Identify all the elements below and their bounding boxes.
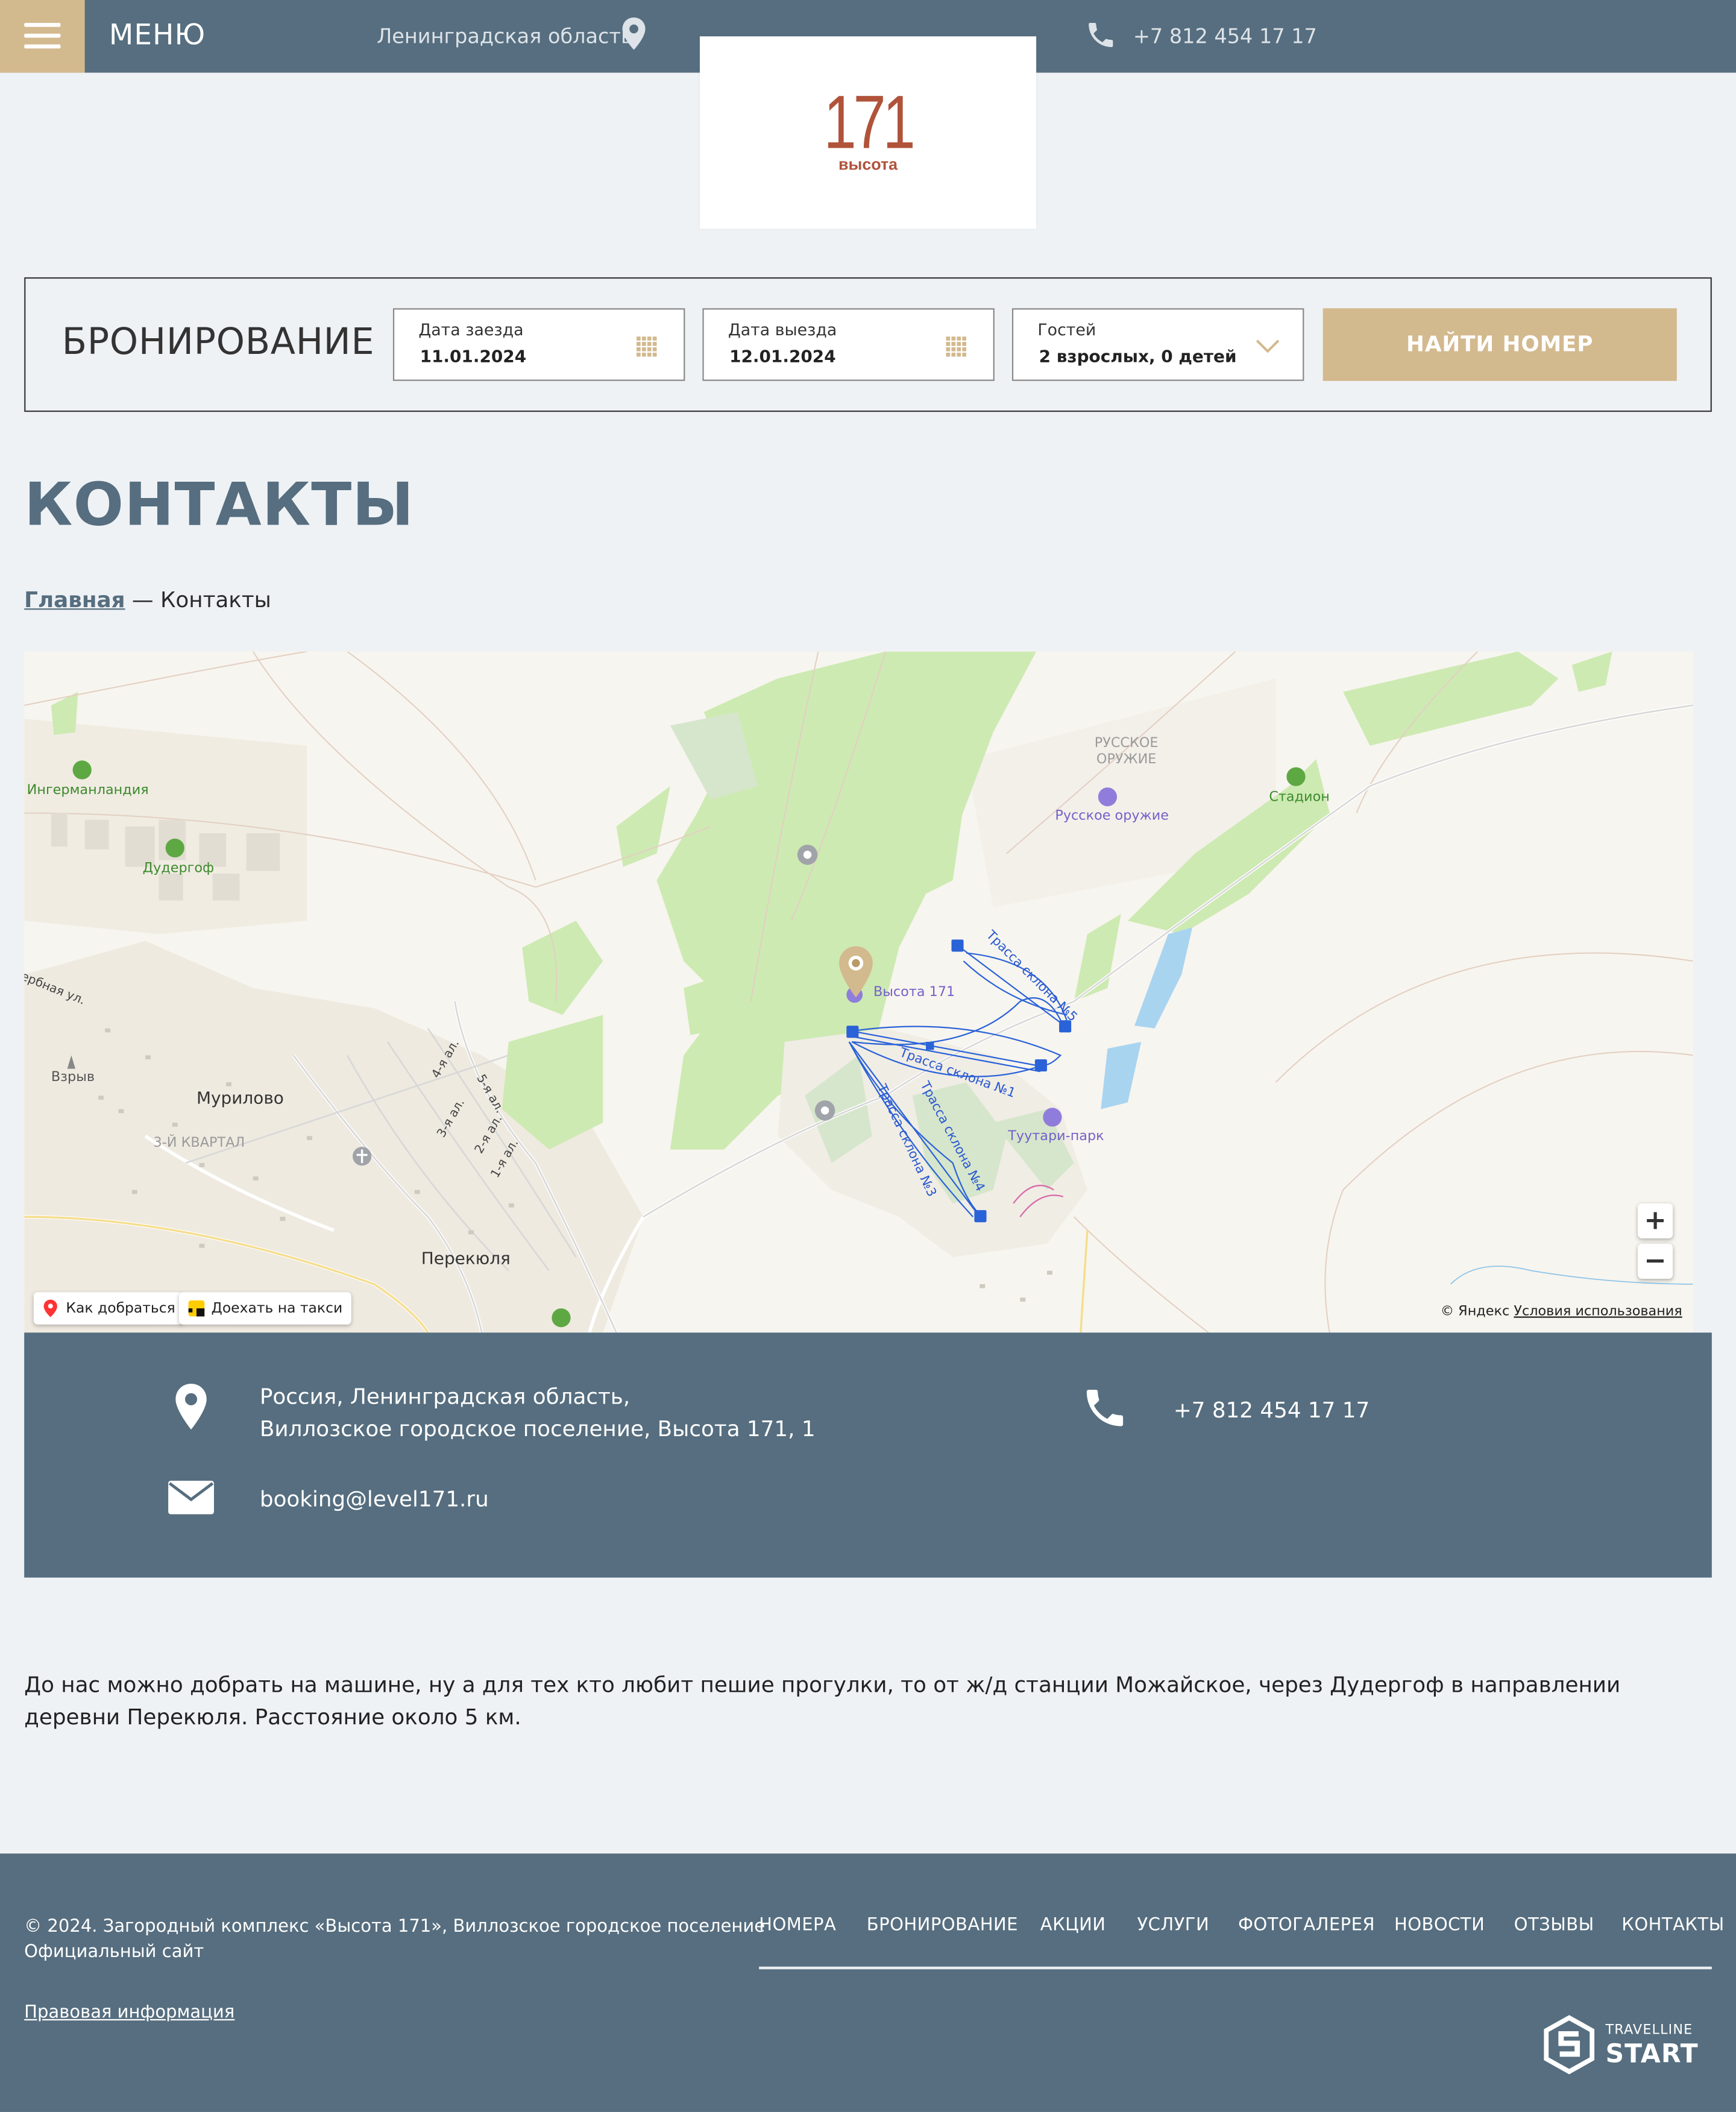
footer-nav-gallery[interactable]: ФОТОГАЛЕРЕЯ: [1238, 1915, 1375, 1935]
checkin-label: Дата заезда: [418, 320, 524, 339]
menu-label[interactable]: МЕНЮ: [109, 19, 206, 51]
map-label-stadion[interactable]: Стадион: [1269, 790, 1330, 805]
menu-button[interactable]: [0, 0, 85, 73]
booking-widget: БРОНИРОВАНИЕ Дата заезда 11.01.2024 Дата…: [24, 277, 1712, 412]
checkout-date-field[interactable]: Дата выезда 12.01.2024: [702, 308, 995, 381]
find-room-button[interactable]: НАЙТИ НОМЕР: [1322, 308, 1677, 381]
location-pin-icon[interactable]: [620, 16, 647, 51]
travelline-logo-icon[interactable]: [1543, 2015, 1596, 2075]
address-line-2: Виллозское городское поселение, Высота 1…: [259, 1416, 816, 1442]
booking-title: БРОНИРОВАНИЕ: [61, 321, 375, 364]
map-label-vzryv[interactable]: Взрыв: [51, 1070, 95, 1085]
legal-info-link[interactable]: Правовая информация: [24, 2003, 234, 2023]
footer-nav-rooms[interactable]: НОМЕРА: [759, 1915, 836, 1935]
map-label-3-kvartal: 3-Й КВАРТАЛ: [153, 1136, 245, 1151]
map-label-russkoe-oruzhie-area: РУССКОЕ ОРУЖИЕ: [1094, 736, 1159, 768]
zoom-in-button[interactable]: +: [1638, 1203, 1673, 1238]
travelline-label: TRAVELLINE: [1605, 2023, 1693, 2038]
footer-nav-reviews[interactable]: ОТЗЫВЫ: [1514, 1915, 1594, 1935]
location-pin-icon: [175, 1384, 207, 1430]
route-button[interactable]: Как добраться: [33, 1292, 184, 1325]
route-button-label: Как добраться: [66, 1300, 175, 1317]
logo-number: 171: [823, 79, 916, 165]
logo-word: высота: [838, 154, 898, 174]
footer-nav-news[interactable]: НОВОСТИ: [1394, 1915, 1485, 1935]
taxi-button-label: Доехать на такси: [211, 1300, 343, 1317]
calendar-icon[interactable]: [637, 336, 657, 357]
page-title: КОНТАКТЫ: [24, 471, 415, 540]
footer-nav-services[interactable]: УСЛУГИ: [1137, 1915, 1210, 1935]
taxi-button[interactable]: Доехать на такси: [178, 1292, 351, 1325]
map-label-dudergof[interactable]: Дудергоф: [143, 862, 215, 877]
travelline-start-label: START: [1605, 2039, 1699, 2069]
checkin-date-field[interactable]: Дата заезда 11.01.2024: [392, 308, 685, 381]
footer-nav-booking[interactable]: БРОНИРОВАНИЕ: [867, 1915, 1018, 1935]
checkout-label: Дата выезда: [728, 320, 837, 339]
phone-icon: [1086, 1390, 1124, 1426]
breadcrumb-separator: —: [125, 587, 160, 613]
footer-nav: НОМЕРА БРОНИРОВАНИЕ АКЦИИ УСЛУГИ ФОТОГАЛ…: [759, 1915, 1724, 1970]
address-line-1: Россия, Ленинградская область,: [259, 1384, 631, 1410]
page-root: МЕНЮ Ленинградская область +7 812 454 17…: [0, 0, 1736, 2112]
footer-nav-promotions[interactable]: АКЦИИ: [1040, 1915, 1106, 1935]
guests-dropdown[interactable]: Гостей 2 взрослых, 0 детей: [1011, 308, 1304, 381]
chevron-down-icon[interactable]: [1256, 338, 1280, 354]
map-label-murilovo[interactable]: Мурилово: [197, 1088, 284, 1108]
checkin-value: 11.01.2024: [420, 345, 527, 367]
guests-label: Гостей: [1037, 320, 1096, 339]
site-logo[interactable]: 171 высота: [699, 36, 1037, 229]
phone-icon: [1089, 22, 1113, 48]
menu-icon-bar: [24, 44, 61, 49]
map-label-tuutari-park[interactable]: Туутари-парк: [1008, 1129, 1104, 1144]
map-copyright: © Яндекс Условия использования: [1441, 1304, 1682, 1319]
contacts-phone-link[interactable]: +7 812 454 17 17: [1174, 1395, 1370, 1427]
mail-icon: [168, 1480, 214, 1515]
zoom-out-button[interactable]: −: [1638, 1243, 1673, 1279]
menu-icon-bar: [24, 22, 61, 27]
footer-copyright-line-1: © 2024. Загородный комплекс «Высота 171»…: [24, 1917, 766, 1937]
region-selector[interactable]: Ленинградская область: [377, 24, 633, 48]
menu-icon-bar: [24, 33, 61, 38]
footer: © 2024. Загородный комплекс «Высота 171»…: [0, 1853, 1736, 2112]
contacts-email-link[interactable]: booking@level171.ru: [260, 1483, 489, 1516]
map-label-vysota-171[interactable]: Высота 171: [873, 985, 955, 1000]
breadcrumb: Главная — Контакты: [24, 587, 271, 612]
guests-value: 2 взрослых, 0 детей: [1039, 345, 1237, 367]
header-phone-link[interactable]: +7 812 454 17 17: [1133, 24, 1317, 48]
yandex-map[interactable]: Ингерманландия Дудергоф РУССКОЕ ОРУЖИЕ Р…: [24, 651, 1693, 1333]
directions-description: До нас можно добрать на машине, ну а для…: [24, 1671, 1621, 1730]
map-label-ingermanlandia[interactable]: Ингерманландия: [27, 783, 149, 798]
taxi-icon: [188, 1300, 205, 1317]
footer-copyright-line-2: Официальный сайт: [24, 1942, 204, 1963]
calendar-icon[interactable]: [946, 336, 967, 357]
map-label-perekyulya[interactable]: Перекюля: [421, 1248, 511, 1268]
contacts-panel: Россия, Ленинградская область, Виллозско…: [24, 1332, 1712, 1578]
breadcrumb-current: Контакты: [160, 587, 271, 613]
map-pin-icon: [43, 1299, 57, 1317]
map-terms-link[interactable]: Условия использования: [1514, 1304, 1682, 1319]
footer-nav-contacts[interactable]: КОНТАКТЫ: [1621, 1915, 1724, 1935]
checkout-value: 12.01.2024: [729, 345, 836, 367]
yandex-copyright: © Яндекс: [1440, 1304, 1510, 1319]
footer-copyright: © 2024. Загородный комплекс «Высота 171»…: [24, 1914, 765, 1965]
map-pin-icon[interactable]: [837, 945, 875, 998]
map-label-russkoe-oruzhie[interactable]: Русское оружие: [1055, 809, 1169, 824]
breadcrumb-home-link[interactable]: Главная: [24, 587, 125, 612]
